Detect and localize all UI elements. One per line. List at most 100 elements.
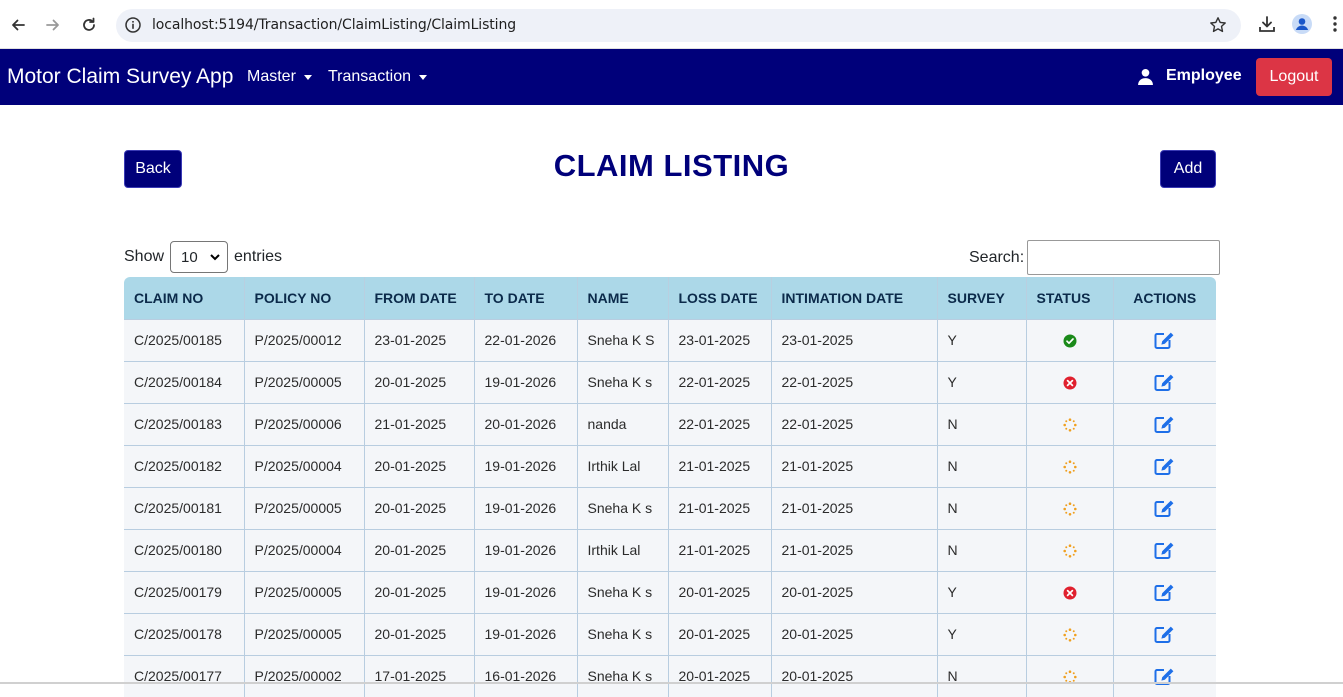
chevron-down-icon [419, 74, 427, 80]
edit-icon[interactable] [1154, 415, 1175, 434]
cell-from-date: 20-01-2025 [363, 612, 474, 655]
check-circle-icon [1063, 334, 1077, 348]
edit-icon[interactable] [1154, 499, 1175, 518]
header-policy-no[interactable]: POLICY NO [243, 277, 364, 319]
cell-status [1025, 318, 1113, 361]
menu-kebab-icon[interactable] [1328, 13, 1342, 35]
cell-intimation-date: 20-01-2025 [770, 612, 937, 655]
edit-icon[interactable] [1154, 625, 1175, 644]
header-intimation-date[interactable]: INTIMATION DATE [770, 277, 937, 319]
app-brand[interactable]: Motor Claim Survey App [7, 65, 233, 89]
header-survey[interactable]: SURVEY [936, 277, 1026, 319]
menu-transaction[interactable]: Transaction [328, 68, 427, 86]
cell-to-date: 19-01-2026 [473, 612, 577, 655]
cell-policy-no: P/2025/00005 [243, 570, 364, 613]
cell-policy-no: P/2025/00005 [243, 486, 364, 529]
cell-to-date: 19-01-2026 [473, 486, 577, 529]
cell-policy-no: P/2025/00012 [243, 318, 364, 361]
header-to-date[interactable]: TO DATE [473, 277, 577, 319]
edit-icon[interactable] [1154, 331, 1175, 350]
header-claim-no[interactable]: CLAIM NO [124, 277, 244, 319]
header-status[interactable]: STATUS [1025, 277, 1113, 319]
user-icon [1138, 68, 1153, 85]
chevron-down-icon [303, 74, 312, 80]
back-arrow-icon[interactable] [5, 12, 31, 38]
forward-arrow-icon[interactable] [40, 12, 66, 38]
cell-loss-date: 23-01-2025 [667, 318, 771, 361]
cell-name: Sneha K s [576, 654, 668, 697]
entries-label: entries [234, 248, 283, 265]
cell-loss-date: 21-01-2025 [667, 528, 771, 571]
table-body: C/2025/00185 P/2025/00012 23-01-2025 22-01-… [124, 318, 1216, 697]
header-loss-date[interactable]: LOSS DATE [667, 277, 771, 319]
spinner-icon [1062, 544, 1077, 558]
cell-claim-no: C/2025/00177 [124, 654, 244, 697]
cell-claim-no: C/2025/00180 [124, 528, 244, 571]
table-search: Search: [969, 240, 1221, 275]
cell-claim-no: C/2025/00179 [124, 570, 244, 613]
cell-to-date: 22-01-2026 [473, 318, 577, 361]
cell-loss-date: 22-01-2025 [667, 360, 771, 403]
cell-policy-no: P/2025/00002 [243, 654, 364, 697]
edit-icon[interactable] [1154, 541, 1175, 560]
cell-loss-date: 20-01-2025 [667, 654, 771, 697]
logout-button[interactable]: Logout [1256, 58, 1332, 96]
user-name: Employee [1166, 67, 1242, 84]
cell-actions [1112, 486, 1216, 529]
cell-from-date: 23-01-2025 [363, 318, 474, 361]
cell-to-date: 16-01-2026 [473, 654, 577, 697]
cell-intimation-date: 21-01-2025 [770, 528, 937, 571]
profile-avatar-icon[interactable] [1291, 13, 1313, 35]
cell-from-date: 20-01-2025 [363, 486, 474, 529]
cell-policy-no: P/2025/00005 [243, 360, 364, 403]
cell-status [1025, 570, 1113, 613]
cell-loss-date: 21-01-2025 [667, 444, 771, 487]
page-title: CLAIM LISTING [553, 148, 790, 183]
cell-policy-no: P/2025/00005 [243, 612, 364, 655]
search-input[interactable] [1027, 240, 1221, 275]
app-navbar: Motor Claim Survey App Master Transactio… [0, 49, 1343, 105]
cell-survey: Y [936, 318, 1026, 361]
cell-from-date: 20-01-2025 [363, 570, 474, 613]
x-circle-icon [1063, 586, 1077, 600]
cell-survey: N [936, 486, 1026, 529]
entries-select-value: 10 [181, 248, 198, 266]
header-from-date[interactable]: FROM DATE [363, 277, 474, 319]
bookmark-star-icon[interactable] [1209, 16, 1227, 34]
table-row: C/2025/00180 P/2025/00004 20-01-2025 19-01-… [124, 528, 1216, 571]
header-name[interactable]: NAME [576, 277, 668, 319]
show-label: Show [124, 248, 165, 265]
cell-from-date: 20-01-2025 [363, 528, 474, 571]
address-bar[interactable]: localhost:5194/Transaction/ClaimListing/… [116, 9, 1241, 42]
edit-icon[interactable] [1154, 583, 1175, 602]
user-menu[interactable]: Employee [1137, 67, 1242, 85]
add-button[interactable]: Add [1160, 150, 1216, 188]
cell-policy-no: P/2025/00004 [243, 528, 364, 571]
cell-name: Sneha K s [576, 360, 668, 403]
cell-policy-no: P/2025/00006 [243, 402, 364, 445]
cell-intimation-date: 20-01-2025 [770, 654, 937, 697]
cell-name: Irthik Lal [576, 444, 668, 487]
cell-name: Irthik Lal [576, 528, 668, 571]
cell-loss-date: 21-01-2025 [667, 486, 771, 529]
reload-icon[interactable] [76, 12, 102, 38]
cell-status [1025, 654, 1113, 697]
cell-actions [1112, 612, 1216, 655]
cell-from-date: 21-01-2025 [363, 402, 474, 445]
cell-status [1025, 612, 1113, 655]
table-row: C/2025/00179 P/2025/00005 20-01-2025 19-01-… [124, 570, 1216, 613]
menu-transaction-label: Transaction [328, 68, 411, 85]
edit-icon[interactable] [1154, 457, 1175, 476]
download-icon[interactable] [1256, 13, 1278, 35]
menu-master[interactable]: Master [247, 68, 312, 86]
cell-loss-date: 20-01-2025 [667, 570, 771, 613]
browser-toolbar: localhost:5194/Transaction/ClaimListing/… [0, 0, 1343, 49]
x-circle-icon [1063, 376, 1077, 390]
cell-to-date: 19-01-2026 [473, 570, 577, 613]
site-info-icon[interactable] [124, 16, 142, 34]
edit-icon[interactable] [1154, 373, 1175, 392]
cell-name: Sneha K s [576, 612, 668, 655]
entries-select[interactable]: 10 [170, 241, 229, 273]
cell-survey: N [936, 654, 1026, 697]
cell-name: Sneha K s [576, 486, 668, 529]
